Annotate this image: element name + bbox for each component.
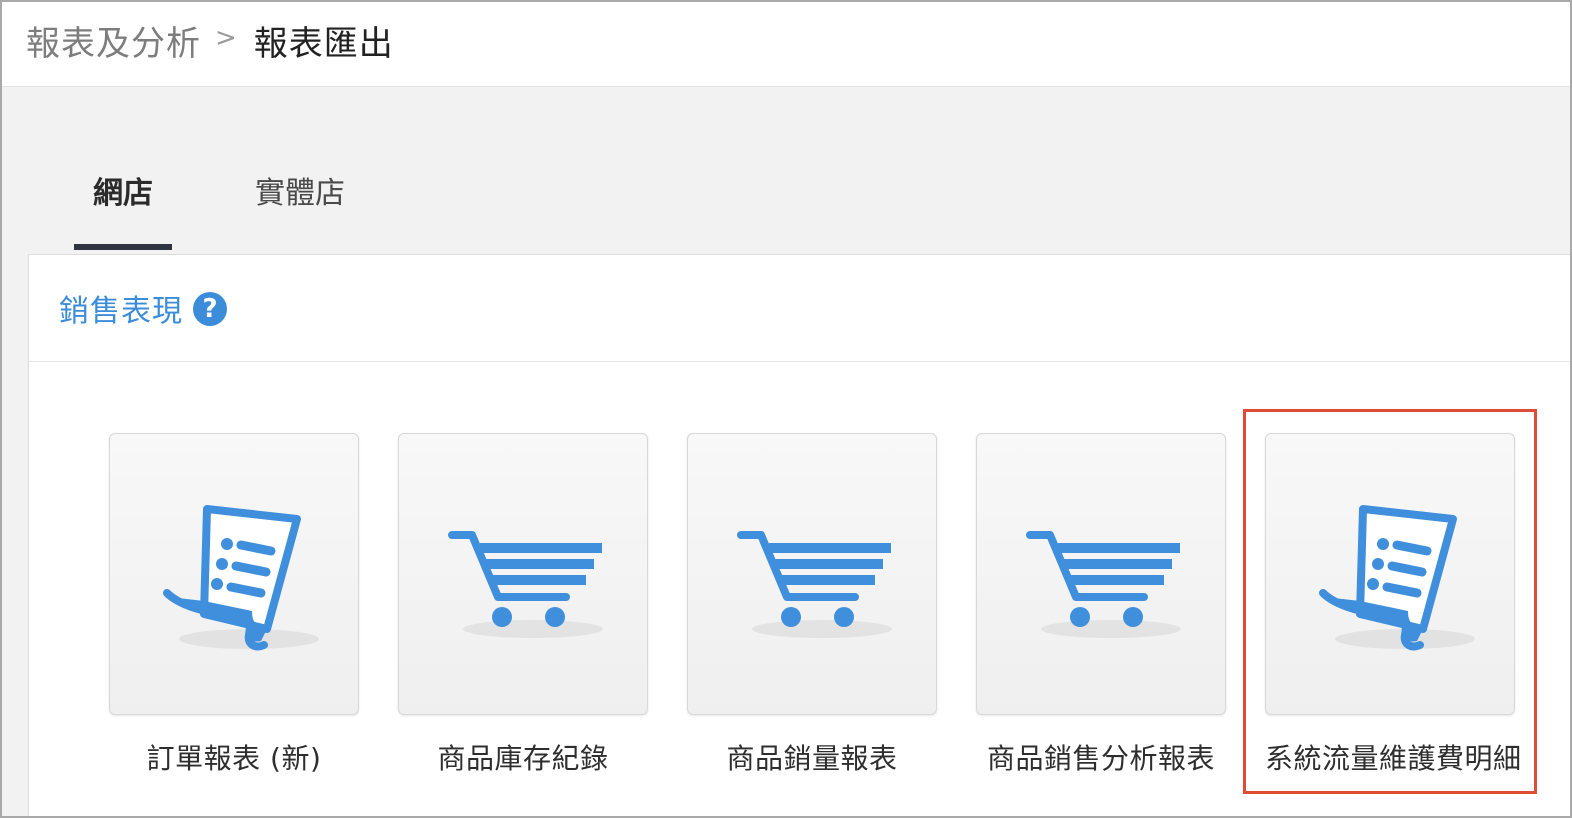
breadcrumb-current: 報表匯出 xyxy=(253,23,394,64)
report-card-order[interactable]: 訂單報表 (新) xyxy=(109,433,359,777)
report-card-product-sales[interactable]: 商品銷量報表 xyxy=(687,433,937,777)
report-card-label: 系統流量維護費明細 xyxy=(1265,742,1522,775)
tab-online-store-label: 網店 xyxy=(93,176,153,211)
question-circle-icon[interactable]: ? xyxy=(193,292,227,326)
report-card-label: 商品銷量報表 xyxy=(726,742,898,775)
tab-physical-store[interactable]: 實體店 xyxy=(250,162,350,250)
top-bar: 報表及分析 > 報表匯出 xyxy=(2,2,1570,87)
document-icon xyxy=(163,505,319,651)
breadcrumb-parent-link[interactable]: 報表及分析 xyxy=(26,16,201,65)
report-card-tile[interactable] xyxy=(1265,433,1515,715)
report-card-tile[interactable] xyxy=(976,433,1226,715)
tab-physical-store-label: 實體店 xyxy=(255,176,345,211)
breadcrumb: 報表及分析 > 報表匯出 xyxy=(26,16,394,64)
cart-icon xyxy=(737,531,892,638)
breadcrumb-separator-icon: > xyxy=(215,23,238,53)
report-card-sales-analysis[interactable]: 商品銷售分析報表 xyxy=(976,433,1226,777)
report-card-tile[interactable] xyxy=(398,433,648,715)
panel-header: 銷售表現 ? xyxy=(29,255,1570,362)
report-card-inventory[interactable]: 商品庫存紀錄 xyxy=(398,433,648,777)
document-icon xyxy=(1319,505,1475,651)
report-card-label: 訂單報表 (新) xyxy=(146,742,322,775)
report-card-label: 商品銷售分析報表 xyxy=(986,742,1215,775)
cart-icon xyxy=(1026,531,1181,638)
window-frame: 報表及分析 > 報表匯出 網店 實體店 銷售表現 ? 訂單報表 (新) 商品庫存… xyxy=(0,0,1572,818)
cart-icon xyxy=(448,531,603,638)
sales-performance-panel: 銷售表現 ? 訂單報表 (新) 商品庫存紀錄 商品銷量報表 商品銷售分析報表 系… xyxy=(28,254,1570,816)
report-card-tile[interactable] xyxy=(687,433,937,715)
report-card-label: 商品庫存紀錄 xyxy=(437,742,609,775)
section-title: 銷售表現 xyxy=(59,294,183,329)
tab-online-store[interactable]: 網店 xyxy=(74,162,172,250)
report-card-tile[interactable] xyxy=(109,433,359,715)
active-tab-indicator xyxy=(74,244,172,250)
report-card-traffic-fee[interactable]: 系統流量維護費明細 xyxy=(1265,433,1522,777)
